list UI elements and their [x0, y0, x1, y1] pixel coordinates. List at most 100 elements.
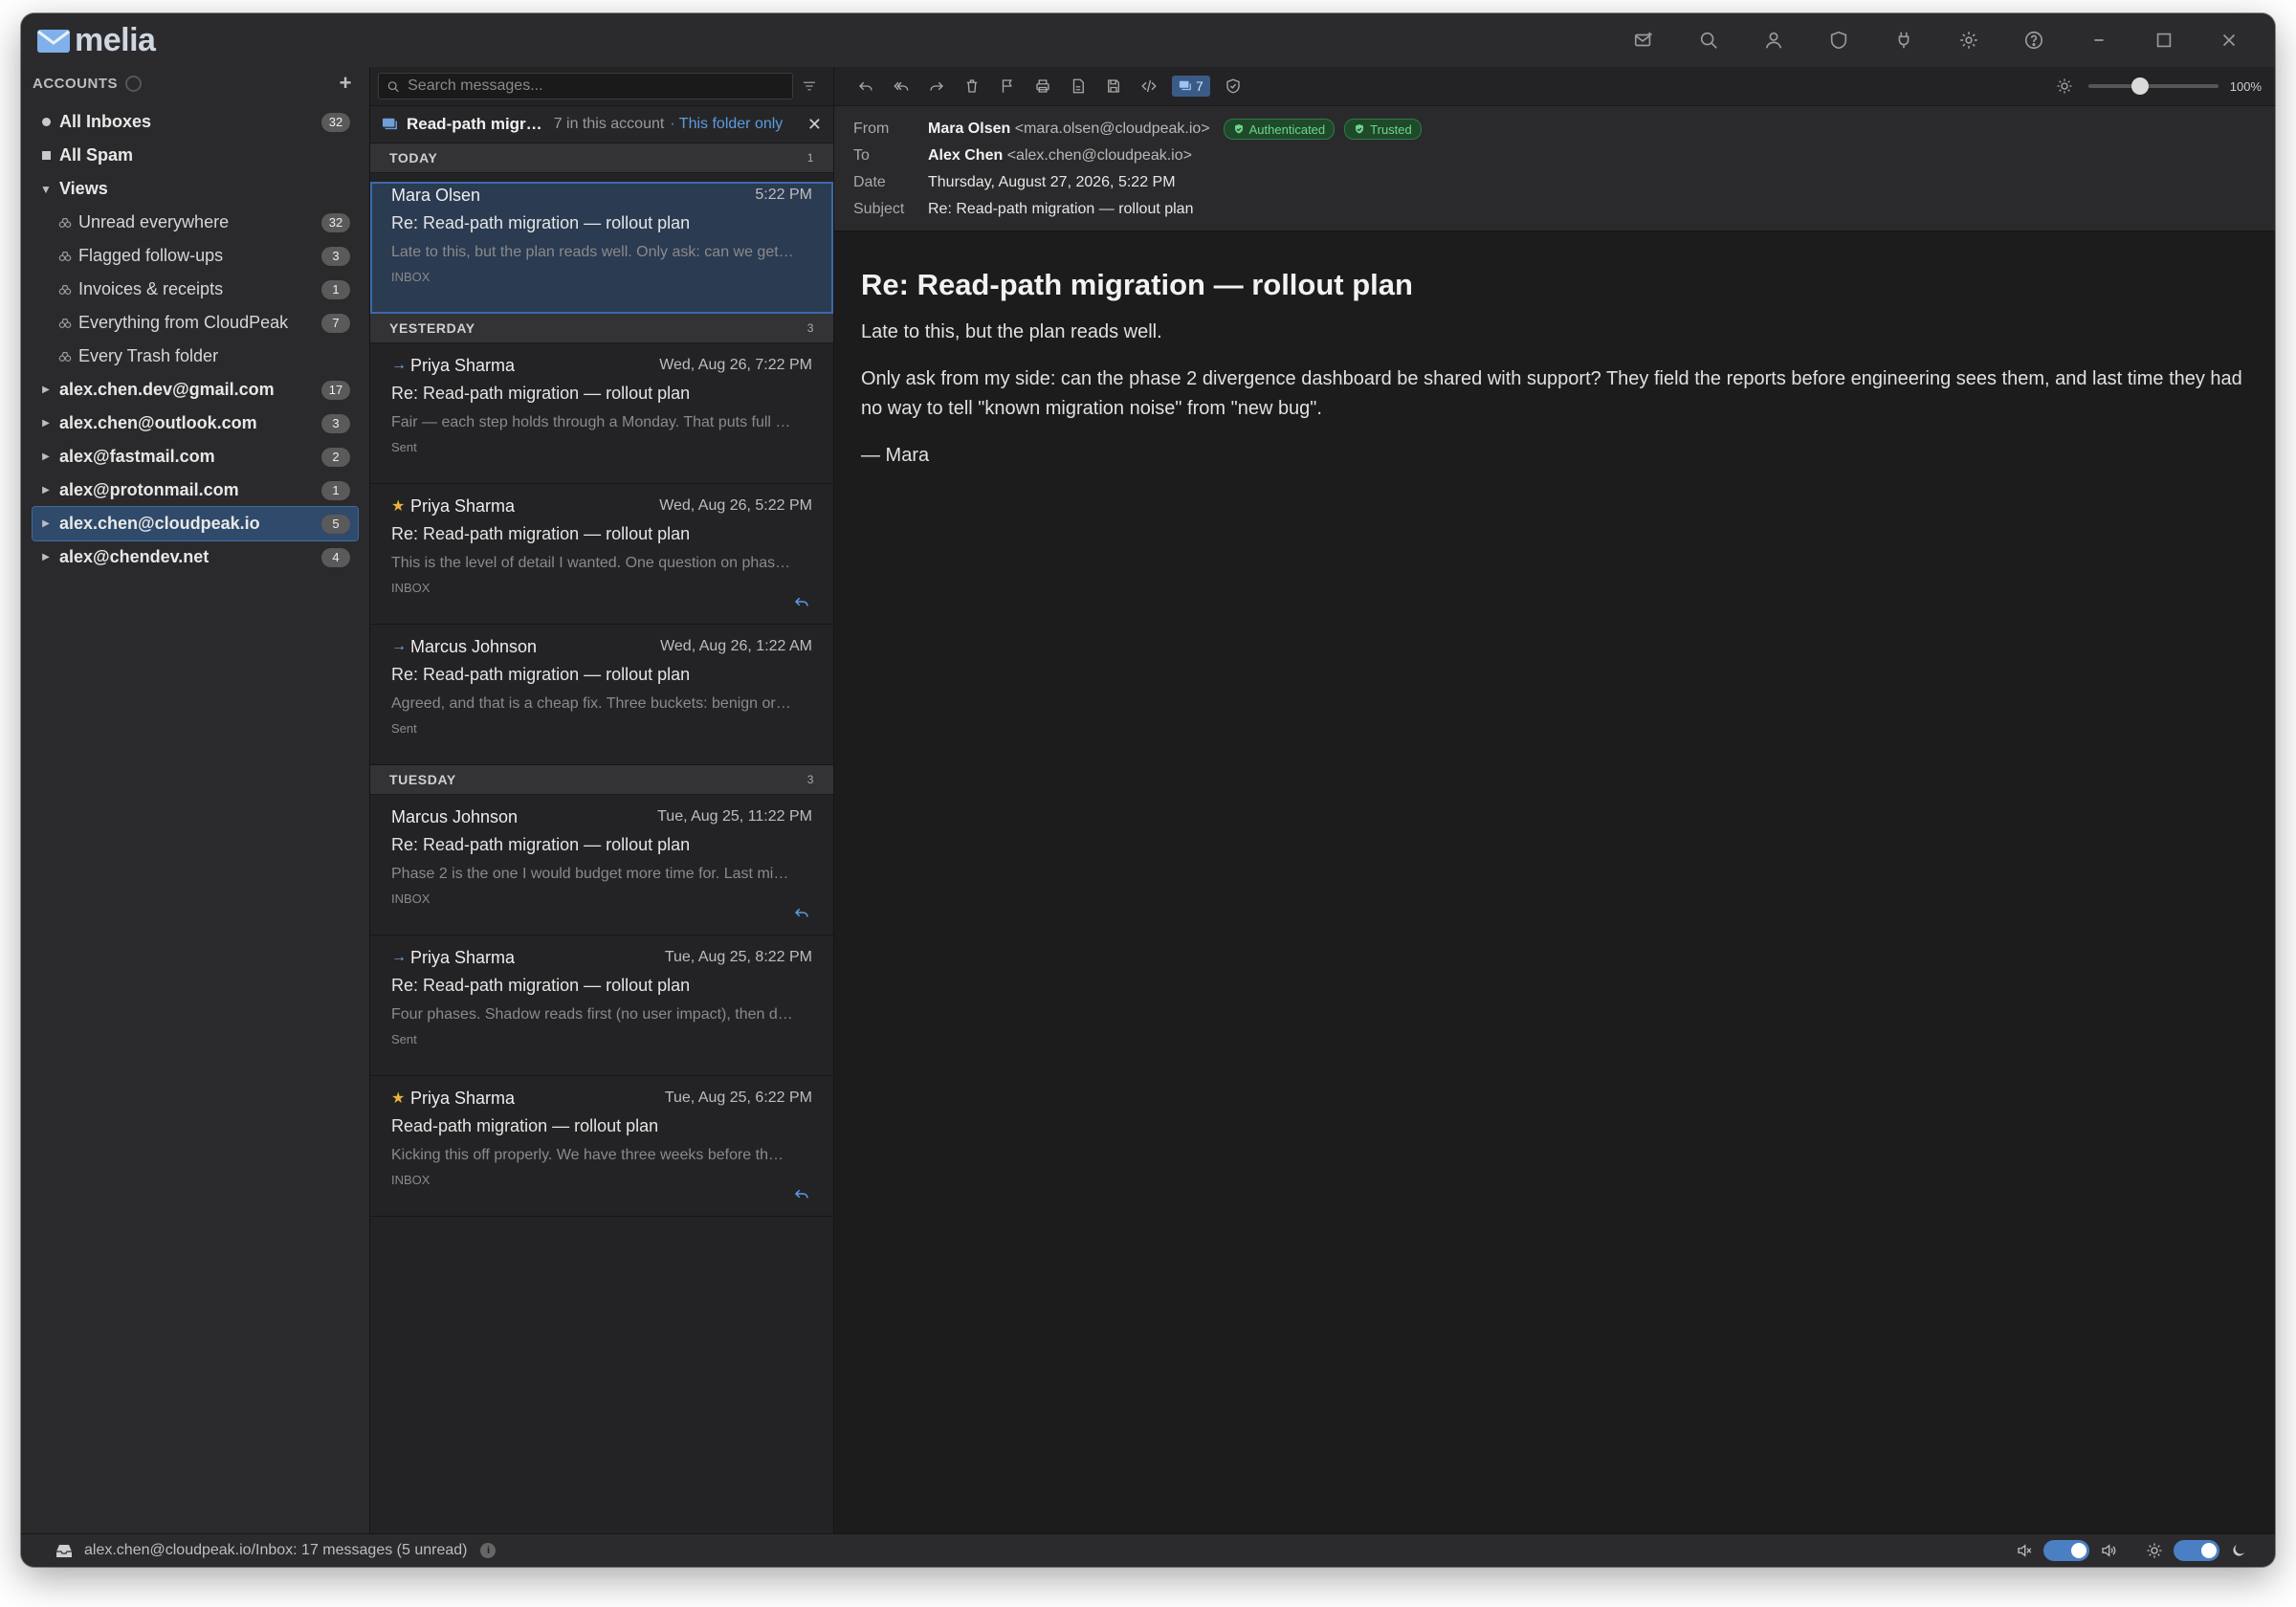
sidebar-item-label: alex.chen@outlook.com: [59, 413, 257, 432]
app-logo: melia: [36, 22, 156, 59]
recipient-name[interactable]: Alex Chen: [928, 147, 1003, 164]
sender-address[interactable]: <mara.olsen@cloudpeak.io>: [1015, 121, 1210, 137]
close-icon[interactable]: [2197, 13, 2262, 67]
message-subject: Re: Read-path migration — rollout plan: [391, 664, 691, 684]
reply-button[interactable]: [848, 73, 883, 99]
print-button[interactable]: [1025, 73, 1060, 99]
sender-name[interactable]: Mara Olsen: [928, 121, 1010, 137]
zoom-slider-handle[interactable]: [2131, 77, 2150, 95]
flag-button[interactable]: [989, 73, 1025, 99]
message-row[interactable]: ★ Priya Sharma Wed, Aug 26, 5:22 PM Re: Rea…: [370, 493, 833, 625]
accounts-header: ACCOUNTS +: [21, 67, 369, 99]
message-date: Tue, Aug 25, 8:22 PM: [664, 949, 812, 965]
close-thread-icon[interactable]: ✕: [807, 115, 822, 135]
sidebar-item[interactable]: ▶ alex.chen@outlook.com 3: [33, 407, 358, 440]
this-folder-only-link[interactable]: · This folder only: [670, 116, 783, 133]
message-list-pane: Read-path migr… 7 in this account · This…: [370, 67, 834, 1534]
app-window: melia ACCOUNTS + All Inboxes 32 All Spam…: [21, 13, 2275, 1567]
sidebar-item[interactable]: ▼ Views: [33, 172, 358, 206]
sidebar-item-label: Every Trash folder: [78, 346, 219, 365]
conversation-icon: [1179, 80, 1191, 91]
header-from-key: From: [853, 121, 890, 137]
trusted-badge[interactable]: Trusted: [1344, 119, 1422, 140]
sidebar-item[interactable]: All Inboxes 32: [33, 105, 358, 139]
sidebar-item[interactable]: ▶ alex@fastmail.com 2: [33, 440, 358, 473]
message-row[interactable]: → Priya Sharma Tue, Aug 25, 8:22 PM Re: Rea…: [370, 944, 833, 1076]
info-icon[interactable]: i: [480, 1543, 497, 1558]
header-to-value: Alex Chen <alex.chen@cloudpeak.io>: [928, 147, 1192, 165]
settings-gear-icon[interactable]: [1936, 13, 2001, 67]
header-from-row: From Mara Olsen <mara.olsen@cloudpeak.io…: [853, 116, 2256, 143]
sidebar-item[interactable]: Everything from CloudPeak 7: [33, 306, 358, 340]
unread-count-badge: 32: [321, 112, 350, 132]
header-date-value: Thursday, August 27, 2026, 5:22 PM: [928, 174, 1176, 190]
zoom-slider[interactable]: [2087, 77, 2219, 95]
sidebar-item[interactable]: ▶ alex.chen.dev@gmail.com 17: [33, 373, 358, 407]
view-source-button[interactable]: [1131, 73, 1166, 99]
saved-view-icon: [52, 350, 78, 363]
message-sender: Priya Sharma: [410, 355, 516, 375]
sidebar-item-label: Unread everywhere: [78, 212, 230, 231]
message-headers: From Mara Olsen <mara.olsen@cloudpeak.io…: [834, 106, 2275, 231]
recipient-address[interactable]: <alex.chen@cloudpeak.io>: [1007, 147, 1192, 164]
minimize-icon[interactable]: [2066, 13, 2131, 67]
message-date: 5:22 PM: [755, 187, 812, 203]
compose-icon[interactable]: [1611, 13, 1676, 67]
contacts-icon[interactable]: [1741, 13, 1806, 67]
message-row-header: ★ Priya Sharma Wed, Aug 26, 5:22 PM: [391, 493, 812, 519]
message-row[interactable]: → Marcus Johnson Wed, Aug 26, 1:22 AM Re: R…: [370, 633, 833, 765]
message-row[interactable]: ★ Priya Sharma Tue, Aug 25, 6:22 PM Read-pa…: [370, 1085, 833, 1217]
thread-view-button[interactable]: 7: [1172, 76, 1210, 97]
shield-icon[interactable]: [1806, 13, 1871, 67]
search-input[interactable]: [406, 77, 784, 96]
sent-arrow-icon: →: [391, 357, 407, 373]
message-row-header: Marcus Johnson Tue, Aug 25, 11:22 PM: [391, 804, 812, 830]
unread-count-badge: 1: [321, 279, 350, 299]
delete-button[interactable]: [954, 73, 989, 99]
date-group-header: TODAY 1: [370, 143, 833, 173]
accounts-header-label: ACCOUNTS: [33, 75, 118, 92]
date-group-header: TUESDAY 3: [370, 765, 833, 795]
header-to-key: To: [853, 147, 870, 164]
star-icon[interactable]: ★: [391, 496, 410, 516]
message-row[interactable]: → Priya Sharma Wed, Aug 26, 7:22 PM Re: Rea…: [370, 352, 833, 484]
sidebar-item-label: alex.chen.dev@gmail.com: [59, 380, 275, 399]
search-icon[interactable]: [1676, 13, 1741, 67]
sidebar-item[interactable]: All Spam: [33, 139, 358, 172]
authenticated-badge[interactable]: Authenticated: [1223, 119, 1336, 140]
sidebar-item[interactable]: Every Trash folder: [33, 340, 358, 373]
sidebar-item[interactable]: ▶ alex.chen@cloudpeak.io 5: [32, 506, 359, 541]
message-row[interactable]: Marcus Johnson Tue, Aug 25, 11:22 PM Re: R…: [370, 804, 833, 936]
unread-count-badge: 4: [321, 547, 350, 567]
message-sender: Priya Sharma: [410, 495, 516, 516]
forward-icon: [929, 81, 943, 91]
plugin-icon[interactable]: [1871, 13, 1936, 67]
star-icon[interactable]: ★: [391, 1089, 410, 1108]
search-box: [378, 73, 793, 99]
sound-toggle[interactable]: [2043, 1540, 2089, 1561]
message-subject: Re: Read-path migration — rollout plan: [391, 212, 691, 232]
pdf-icon: [1072, 78, 1084, 94]
message-folder: Sent: [391, 439, 417, 454]
maximize-icon[interactable]: [2131, 13, 2197, 67]
message-date: Wed, Aug 26, 5:22 PM: [659, 497, 812, 514]
sidebar-item[interactable]: Invoices & receipts 1: [33, 273, 358, 306]
save-button[interactable]: [1095, 73, 1131, 99]
help-icon[interactable]: [2001, 13, 2066, 67]
theme-toggle[interactable]: [2174, 1540, 2219, 1561]
sidebar-item[interactable]: Unread everywhere 32: [33, 206, 358, 239]
export-pdf-button[interactable]: [1060, 73, 1095, 99]
sidebar-item[interactable]: ▶ alex@protonmail.com 1: [33, 473, 358, 507]
forward-button[interactable]: [918, 73, 954, 99]
security-info-button[interactable]: [1216, 73, 1251, 99]
message-preview: This is the level of detail I wanted. On…: [391, 555, 791, 571]
sidebar-item[interactable]: ▶ alex@chendev.net 4: [33, 540, 358, 574]
filter-button[interactable]: [793, 77, 826, 95]
message-paragraph: Late to this, but the plan reads well.: [861, 321, 1162, 342]
unread-count-badge: 7: [321, 313, 350, 333]
reply-all-button[interactable]: [883, 73, 918, 99]
add-account-button[interactable]: +: [340, 73, 352, 94]
shield-check-icon: [1356, 124, 1364, 134]
sidebar-item[interactable]: Flagged follow-ups 3: [33, 239, 358, 273]
message-row[interactable]: Mara Olsen 5:22 PM Re: Read-path migration…: [370, 182, 833, 314]
